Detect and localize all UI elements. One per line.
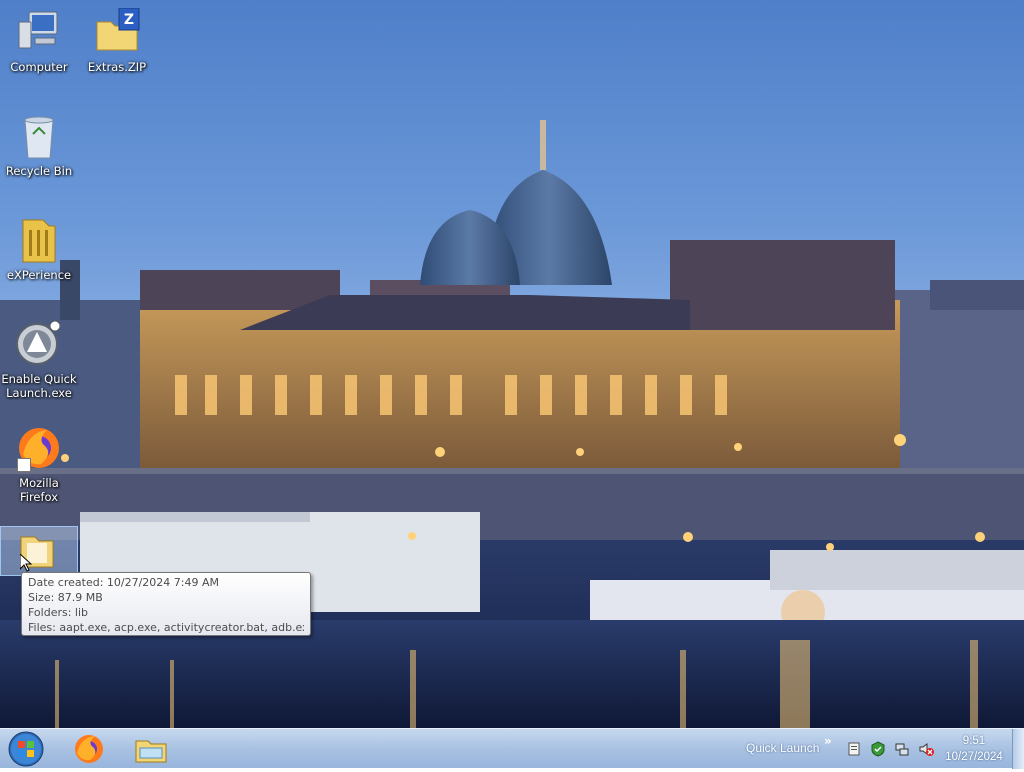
firefox-icon xyxy=(15,424,63,472)
quick-launch-toolbar-label[interactable]: Quick Launch xyxy=(746,741,819,755)
tooltip-size: Size: 87.9 MB xyxy=(28,591,103,604)
desktop-icon-label: Computer xyxy=(10,60,68,74)
windows-explorer-icon xyxy=(135,740,167,763)
shortcut-arrow-icon xyxy=(17,458,31,472)
folder-icon xyxy=(15,216,63,264)
windows-orb-icon xyxy=(8,731,44,767)
desktop-icon-mozilla-firefox[interactable]: Mozilla Firefox xyxy=(0,424,78,504)
desktop-icon-selected-folder[interactable] xyxy=(0,526,78,576)
firefox-icon xyxy=(75,735,103,763)
desktop-icon-enable-quick-launch[interactable]: Enable Quick Launch.exe xyxy=(0,320,78,400)
tooltip-folders: Folders: lib xyxy=(28,606,89,619)
desktop: Computer Z Extras.ZIP Recycle Bin eXPeri… xyxy=(0,0,1024,728)
taskbar-firefox-button[interactable] xyxy=(70,731,108,767)
zip-folder-icon: Z xyxy=(93,7,141,56)
show-desktop-button[interactable] xyxy=(1012,729,1024,769)
recycle-bin-icon xyxy=(15,112,63,160)
clock-date: 10/27/2024 xyxy=(945,751,1003,763)
taskbar-clock[interactable]: 9:51 10/27/2024 xyxy=(938,733,1010,765)
desktop-icon-label: Mozilla Firefox xyxy=(19,476,59,504)
tooltip-files: Files: aapt.exe, acp.exe, activitycreato… xyxy=(28,621,304,634)
desktop-icon-label: eXPerience xyxy=(6,268,72,282)
taskbar: Quick Launch » 9:51 10/27/2024 xyxy=(0,728,1024,769)
security-icon[interactable] xyxy=(870,741,886,757)
desktop-icon-extras-zip[interactable]: Z Extras.ZIP xyxy=(78,7,156,74)
clock-time: 9:51 xyxy=(962,735,986,747)
start-button[interactable] xyxy=(6,730,46,768)
quick-launch-icon xyxy=(15,320,63,368)
desktop-icon-experience[interactable]: eXPerience xyxy=(0,216,78,282)
desktop-icon-computer[interactable]: Computer xyxy=(0,8,78,74)
desktop-icon-label: Enable Quick Launch.exe xyxy=(1,372,77,400)
volume-muted-icon[interactable] xyxy=(918,741,934,757)
tooltip-date-created: Date created: 10/27/2024 7:49 AM xyxy=(28,576,220,589)
desktop-icon-recycle-bin[interactable]: Recycle Bin xyxy=(0,112,78,178)
desktop-icon-label: Extras.ZIP xyxy=(87,60,147,74)
taskbar-explorer-button[interactable] xyxy=(132,731,170,767)
network-icon[interactable] xyxy=(894,741,910,757)
svg-text:Z: Z xyxy=(124,12,134,28)
folder-info-tooltip: Date created: 10/27/2024 7:49 AM Size: 8… xyxy=(21,572,311,636)
computer-icon xyxy=(15,8,63,56)
quick-launch-chevron-icon[interactable]: » xyxy=(824,734,832,748)
desktop-icon-label: Recycle Bin xyxy=(5,164,73,178)
action-center-icon[interactable] xyxy=(846,741,862,757)
